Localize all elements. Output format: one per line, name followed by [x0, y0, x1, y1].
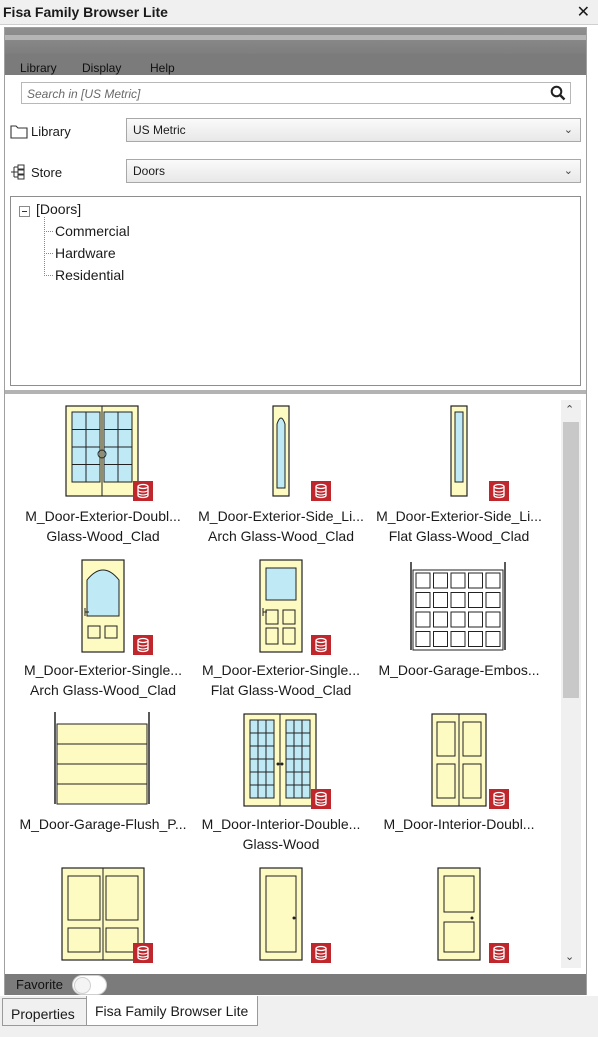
chevron-down-icon: ⌄ [563, 124, 573, 136]
family-item-label: M_Door-Exterior-Side_Li... Flat Glass-Woo… [369, 506, 549, 546]
close-icon[interactable]: ✕ [577, 2, 590, 22]
database-icon [489, 789, 509, 809]
family-item-name-line1: M_Door-Exterior-Single... [24, 662, 182, 678]
family-item-label: M_Door-Interior-Double... Glass-Wood [191, 814, 371, 854]
search-placeholder: Search in [US Metric] [27, 87, 141, 101]
family-item[interactable]: M_Door-Exterior-Single... Flat Glass-Wood… [191, 548, 371, 698]
family-item-name-line1: M_Door-Exterior-Side_Li... [198, 508, 364, 524]
family-item-label: M_Door-Exterior-Single... Arch Glass-Wood… [13, 660, 193, 700]
family-item[interactable] [191, 856, 371, 968]
family-item-label: M_Door-Garage-Flush_P... [13, 814, 193, 834]
family-item[interactable] [369, 856, 549, 968]
scrollbar-thumb[interactable] [563, 422, 579, 698]
favorite-bar: Favorite [5, 974, 586, 995]
library-select[interactable]: US Metric ⌄ [126, 118, 581, 142]
family-item[interactable]: M_Door-Interior-Doubl... [369, 702, 549, 852]
store-value: Doors [133, 164, 166, 178]
family-item-name-line2: Glass-Wood_Clad [46, 528, 160, 544]
database-icon [311, 481, 331, 501]
search-icon[interactable] [550, 85, 566, 104]
title-bar: Fisa Family Browser Lite ✕ [0, 0, 598, 25]
family-item-label: M_Door-Garage-Embos... [369, 660, 549, 680]
store-select[interactable]: Doors ⌄ [126, 159, 581, 183]
family-item-name-line1: M_Door-Exterior-Doubl... [25, 508, 181, 524]
family-item[interactable]: M_Door-Exterior-Side_Li... Flat Glass-Woo… [369, 394, 549, 544]
tab-properties[interactable]: Properties [2, 998, 86, 1026]
family-item-name-line1: M_Door-Interior-Double... [201, 816, 361, 832]
scroll-down-icon[interactable]: ⌄ [565, 950, 574, 963]
door-thumbnail-icon [230, 558, 331, 655]
database-icon [311, 635, 331, 655]
family-thumbnail-grid: M_Door-Exterior-Doubl... Glass-Wood_Clad M… [5, 394, 560, 968]
family-item-name-line1: M_Door-Exterior-Side_Li... [376, 508, 542, 524]
family-item-name-line1: M_Door-Interior-Doubl... [383, 816, 535, 832]
family-item-name-line2: Flat Glass-Wood_Clad [210, 682, 352, 698]
family-item-name-line1: M_Door-Exterior-Single... [202, 662, 360, 678]
family-item[interactable]: M_Door-Exterior-Single... Arch Glass-Wood… [13, 548, 193, 698]
family-item-label: M_Door-Exterior-Single... Flat Glass-Wood… [191, 660, 371, 700]
family-item-label: M_Door-Exterior-Side_Li... Arch Glass-Woo… [191, 506, 371, 546]
family-item-name-line2: Arch Glass-Wood_Clad [29, 682, 177, 698]
store-label-row: Store [10, 164, 62, 180]
database-icon [133, 635, 153, 655]
family-item-name-line2: Flat Glass-Wood_Clad [388, 528, 530, 544]
family-item-name-line2: Arch Glass-Wood_Clad [207, 528, 355, 544]
family-item[interactable]: M_Door-Interior-Double... Glass-Wood [191, 702, 371, 852]
bottom-tabs: Properties Fisa Family Browser Lite [0, 996, 598, 1037]
family-item[interactable]: M_Door-Garage-Embos... [369, 548, 549, 698]
family-item[interactable]: M_Door-Exterior-Doubl... Glass-Wood_Clad [13, 394, 193, 544]
window-title: Fisa Family Browser Lite [3, 4, 168, 20]
menu-bar: Library Display Help [5, 54, 586, 75]
door-thumbnail-icon [230, 712, 331, 809]
door-thumbnail-icon [408, 866, 509, 963]
database-icon [311, 789, 331, 809]
family-item-name-line1: M_Door-Garage-Flush_P... [19, 816, 187, 832]
family-item-name-line1: M_Door-Garage-Embos... [378, 662, 540, 678]
menu-help[interactable]: Help [150, 61, 175, 75]
database-icon [311, 943, 331, 963]
door-thumbnail-icon [52, 712, 153, 809]
tab-fisa-family-browser-lite[interactable]: Fisa Family Browser Lite [86, 996, 258, 1026]
door-thumbnail-icon [230, 404, 331, 501]
database-icon [133, 481, 153, 501]
tree-item-residential[interactable]: Residential [55, 267, 124, 283]
family-item[interactable] [13, 856, 193, 968]
family-item[interactable]: M_Door-Exterior-Side_Li... Arch Glass-Woo… [191, 394, 371, 544]
door-thumbnail-icon [408, 404, 509, 501]
family-item-label: M_Door-Interior-Doubl... [369, 814, 549, 834]
library-label: Library [31, 124, 71, 139]
door-thumbnail-icon [230, 866, 331, 963]
door-thumbnail-icon [52, 404, 153, 501]
menu-library[interactable]: Library [20, 61, 57, 75]
family-browser-window: Fisa Family Browser Lite ✕ Library Displ… [0, 0, 598, 1037]
door-thumbnail-icon [52, 866, 153, 963]
scroll-up-icon[interactable]: ⌃ [565, 403, 574, 416]
library-value: US Metric [133, 123, 186, 137]
tree-item-commercial[interactable]: Commercial [55, 223, 130, 239]
menu-display[interactable]: Display [82, 61, 121, 75]
library-label-row: Library [10, 124, 71, 139]
chevron-down-icon: ⌄ [563, 165, 573, 177]
category-tree: [Doors] Commercial Hardware Residential [10, 196, 581, 386]
family-item-label: M_Door-Exterior-Doubl... Glass-Wood_Clad [13, 506, 193, 546]
search-input[interactable]: Search in [US Metric] [21, 82, 571, 104]
favorite-toggle[interactable] [72, 975, 107, 995]
door-thumbnail-icon [52, 558, 153, 655]
door-thumbnail-icon [408, 558, 509, 655]
family-item-name-line2: Glass-Wood [242, 836, 320, 852]
scrollbar[interactable]: ⌃ ⌄ [561, 400, 581, 968]
store-label: Store [31, 165, 63, 180]
tree-item-hardware[interactable]: Hardware [55, 245, 116, 261]
favorite-label: Favorite [16, 977, 63, 992]
hierarchy-icon [11, 164, 25, 180]
database-icon [489, 943, 509, 963]
family-item[interactable]: M_Door-Garage-Flush_P... [13, 702, 193, 852]
database-icon [133, 943, 153, 963]
ribbon-strip [5, 28, 586, 54]
database-icon [489, 481, 509, 501]
collapse-icon[interactable] [19, 206, 30, 217]
door-thumbnail-icon [408, 712, 509, 809]
tree-root-doors[interactable]: [Doors] [36, 201, 81, 217]
folder-icon [10, 125, 28, 139]
